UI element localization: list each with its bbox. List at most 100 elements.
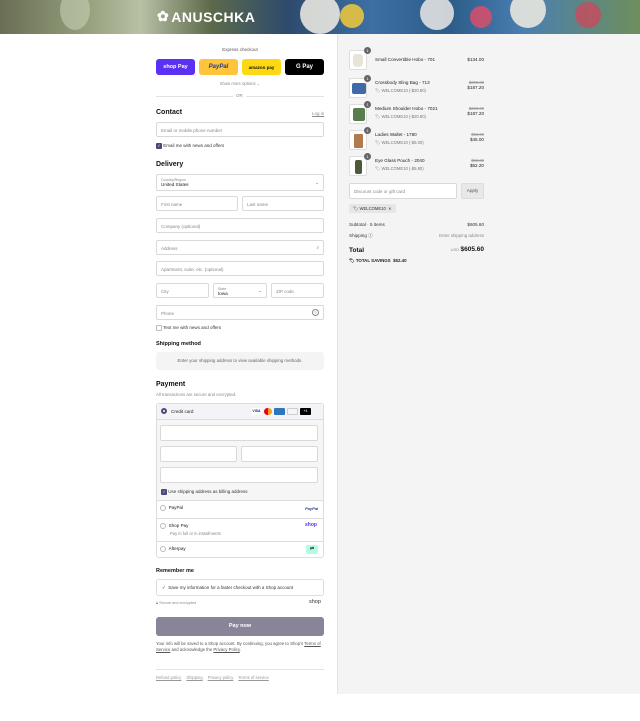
shop-pay-button[interactable]: shop Pay [156,59,195,75]
payment-subtitle: All transactions are secure and encrypte… [156,392,237,397]
phone-field[interactable]: Phone? [156,305,324,320]
line-item: 1 Crossbody Sling Bag - 713 🏷︎ WELCOME10… [349,75,484,98]
privacy-link[interactable]: Privacy Policy [213,647,239,652]
apply-button[interactable]: Apply [461,183,484,199]
shop-logo-icon: shop [305,522,317,528]
remember-me-title: Remember me [156,568,194,574]
text-news-checkbox[interactable]: Text me with news and offers [156,325,221,331]
mastercard-icon [264,408,272,415]
discover-icon [287,408,298,415]
shipping-link[interactable]: Shipping [186,675,202,680]
contact-title: Contact [156,109,183,116]
amex-icon [274,408,285,415]
visa-icon: VISA [251,408,262,415]
company-field[interactable]: Company (optional) [156,218,324,233]
help-icon[interactable]: ⓘ [368,233,373,238]
shop-account-logo: shop [309,599,321,605]
chevron-down-icon: ⌄ [258,288,262,293]
email-field[interactable]: Email or mobile phone number [156,122,324,137]
afterpay-logo-icon: ⇄ [306,545,318,554]
header-banner: ✿ ANUSCHKA [0,0,640,34]
chevron-down-icon: ⌄ [256,81,261,86]
total-label: Total [349,247,365,254]
help-icon[interactable]: ? [312,309,319,316]
pay-now-button[interactable]: Pay now [156,617,324,636]
shipping-value: Enter shipping address [439,233,484,238]
apartment-field[interactable]: Apartment, suite, etc. (optional) [156,261,324,276]
terms-of-service-link[interactable]: Terms of service [238,675,268,680]
payment-title: Payment [156,381,186,388]
item-discount: 🏷︎ WELCOME10 (-$20.80) [375,88,426,93]
item-name: Ladies Wallet - 1780 [375,132,417,137]
legal-text: Your info will be saved to a Shop accoun… [156,641,321,653]
radio-selected-icon [161,408,167,414]
checkmark-icon: ✓ [156,143,162,149]
paypal-option[interactable]: PayPal [160,505,183,511]
line-item: 1 Medium Shoulder Hobo - 7021 🏷︎ WELCOME… [349,101,484,124]
show-more-options-link[interactable]: Show more options ⌄ [156,81,324,86]
total-value: USD $605.60 [450,246,484,253]
discount-code-field[interactable]: Discount code or gift card [349,183,457,199]
first-name-field[interactable]: First name [156,196,238,211]
privacy-policy-link[interactable]: Privacy policy [208,675,234,680]
city-field[interactable]: City [156,283,209,298]
google-pay-button[interactable]: G Pay [285,59,324,75]
tag-icon: 🏷︎ [375,140,381,145]
save-info-checkbox[interactable]: ✓ Save my information for a faster check… [156,579,324,596]
item-price: $208.00 $187.20 [467,106,484,116]
email-news-checkbox[interactable]: ✓ Email me with news and offers [156,143,224,149]
close-icon[interactable]: ✕ [388,206,392,211]
country-select[interactable]: Country/Region United States ⌄ [156,174,324,191]
zip-field[interactable]: ZIP code [271,283,324,298]
card-number-field[interactable] [160,425,318,441]
item-price: $208.00 $187.20 [467,80,484,90]
afterpay-option[interactable]: Afterpay [160,546,186,552]
tag-icon: 🏷︎ [349,258,355,263]
quantity-badge: 1 [364,47,371,54]
item-price: $134.00 [467,57,484,62]
shop-pay-option[interactable]: Shop Pay [160,523,188,529]
quantity-badge: 1 [364,101,371,108]
item-discount: 🏷︎ WELCOME10 (-$5.00) [375,140,424,145]
paypal-button[interactable]: PayPal [199,59,238,75]
total-savings: 🏷︎ TOTAL SAVINGS $52.40 [349,258,407,263]
paypal-logo-icon: PayPal [305,506,319,511]
quantity-badge: 1 [364,153,371,160]
item-name: Small Convertible Hobo - 701 [375,57,436,62]
shop-pay-subtitle: Pay in full or in installments [170,531,221,536]
login-link[interactable]: Log in [312,111,324,116]
tag-icon: 🏷︎ [353,206,359,211]
shipping-method-note: Enter your shipping address to view avai… [156,352,324,370]
shipping-label: Shipping ⓘ [349,233,373,238]
tag-icon: 🏷︎ [375,166,381,171]
amazon-pay-button[interactable]: amazon pay [242,59,281,75]
item-name: Eye Glass Pouch - 2040 [375,158,425,163]
address-field[interactable]: Address ⌕ [156,240,324,255]
line-item: 1 Ladies Wallet - 1780 🏷︎ WELCOME10 (-$5… [349,127,484,150]
credit-card-option[interactable]: Credit card VISA +4 [157,404,323,420]
item-name: Medium Shoulder Hobo - 7021 [375,106,438,111]
expiration-field[interactable] [160,446,237,462]
name-on-card-field[interactable] [160,467,318,483]
shipping-method-title: Shipping method [156,341,201,347]
brand-logo[interactable]: ✿ ANUSCHKA [157,8,255,25]
search-icon: ⌕ [316,245,319,250]
discount-tag: 🏷︎ WELCOME10 ✕ [349,204,396,213]
tag-icon: 🏷︎ [375,88,381,93]
billing-address-checkbox[interactable]: ✓ Use shipping address as billing addres… [161,489,248,495]
chevron-down-icon: ⌄ [315,180,319,185]
refund-policy-link[interactable]: Refund policy [156,675,181,680]
subtotal-value: $605.60 [467,222,484,227]
lock-icon: 🔒︎ [156,601,159,605]
more-cards-icon: +4 [300,408,311,415]
state-select[interactable]: State Iowa ⌄ [213,283,267,298]
security-code-field[interactable] [241,446,318,462]
checkmark-icon: ✓ [162,585,166,590]
checkmark-icon: ✓ [161,489,167,495]
item-price: $50.00 $45.00 [469,132,484,142]
footer-links: Refund policy Shipping Privacy policy Terms… [156,675,274,680]
quantity-badge: 1 [364,127,371,134]
last-name-field[interactable]: Last name [242,196,324,211]
flower-logo-icon: ✿ [157,8,170,24]
item-discount: 🏷︎ WELCOME10 (-$20.80) [375,114,426,119]
